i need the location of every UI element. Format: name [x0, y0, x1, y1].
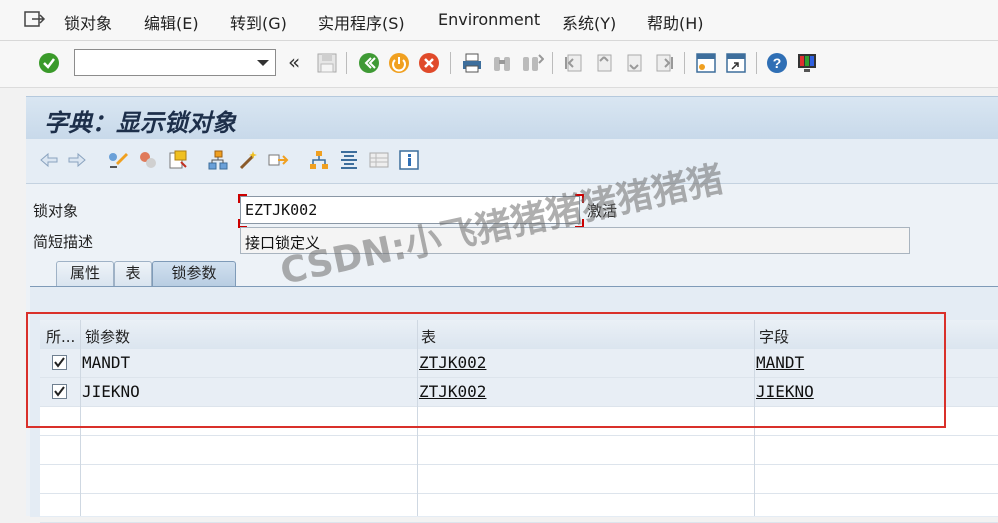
save-icon[interactable]	[315, 51, 339, 75]
lock-object-value: EZTJK002	[245, 201, 318, 219]
exit-icon[interactable]	[387, 51, 411, 75]
empty-row	[40, 436, 998, 465]
toolbar-separator	[346, 52, 347, 74]
field-name-link[interactable]: JIEKNO	[756, 382, 814, 401]
display-change-icon[interactable]	[107, 149, 129, 171]
tab-lock-parameters[interactable]: 锁参数	[152, 261, 236, 286]
page-title: 字典：显示锁对象	[44, 108, 236, 137]
menu-bar: 锁对象 编辑(E) 转到(G) 实用程序(S) Environment 系统(Y…	[0, 0, 998, 41]
magic-wand-icon[interactable]	[237, 149, 259, 171]
table-row[interactable]: JIEKNO ZTJK002 JIEKNO	[40, 378, 998, 407]
tab-attributes[interactable]: 属性	[56, 261, 114, 286]
menu-goto[interactable]: 转到(G)	[230, 10, 287, 34]
lock-parameter-cell: MANDT	[82, 353, 131, 372]
field-name-link[interactable]: MANDT	[756, 353, 804, 372]
column-divider	[417, 320, 418, 516]
hierarchy-icon[interactable]	[308, 149, 330, 171]
cancel-icon[interactable]	[417, 51, 441, 75]
table-header: 所... 锁参数 表 字段	[40, 320, 998, 350]
navigate-icon[interactable]	[267, 149, 289, 171]
help-icon[interactable]: ?	[765, 51, 789, 75]
column-divider	[754, 320, 755, 516]
lock-object-label: 锁对象	[33, 202, 79, 220]
back-icon[interactable]	[357, 51, 381, 75]
shortcut-icon[interactable]	[724, 51, 748, 75]
empty-row	[40, 465, 998, 494]
new-session-icon[interactable]	[694, 51, 718, 75]
column-header-field[interactable]: 字段	[759, 326, 789, 347]
toolbar-separator	[552, 52, 553, 74]
column-header-lock-parameter[interactable]: 锁参数	[85, 326, 130, 347]
lock-parameter-cell: JIEKNO	[82, 382, 140, 401]
next-page-icon[interactable]	[622, 51, 646, 75]
column-header-all[interactable]: 所...	[46, 326, 75, 347]
menu-help[interactable]: 帮助(H)	[647, 10, 704, 34]
column-header-table[interactable]: 表	[421, 326, 436, 347]
menu-utilities[interactable]: 实用程序(S)	[318, 10, 405, 34]
lock-parameter-table: 所... 锁参数 表 字段 MANDT ZTJK002 MANDT JIEKNO…	[40, 320, 998, 523]
arrow-left-icon[interactable]	[38, 149, 60, 171]
activate-icon[interactable]	[137, 149, 159, 171]
short-description-field[interactable]: 接口锁定义	[240, 227, 910, 254]
tab-tables[interactable]: 表	[114, 261, 152, 286]
table-name-link[interactable]: ZTJK002	[419, 382, 486, 401]
customize-icon[interactable]	[795, 51, 819, 75]
row-checkbox[interactable]	[52, 384, 67, 399]
find-next-icon[interactable]	[520, 51, 544, 75]
chevron-down-icon[interactable]	[257, 60, 269, 66]
other-object-icon[interactable]	[167, 149, 189, 171]
table-row[interactable]: MANDT ZTJK002 MANDT	[40, 349, 998, 378]
toolbar-separator	[450, 52, 451, 74]
required-marker	[238, 194, 247, 203]
svg-text:?: ?	[773, 55, 782, 71]
application-toolbar	[26, 139, 998, 184]
empty-row	[40, 407, 998, 436]
info-icon[interactable]	[398, 149, 420, 171]
table-view-icon[interactable]	[368, 149, 390, 171]
toolbar-separator	[756, 52, 757, 74]
left-strip	[0, 88, 26, 516]
align-icon[interactable]	[338, 149, 360, 171]
row-checkbox[interactable]	[52, 355, 67, 370]
menu-system[interactable]: 系统(Y)	[562, 10, 616, 34]
find-icon[interactable]	[490, 51, 514, 75]
menu-lock-object[interactable]: 锁对象	[64, 10, 112, 34]
column-divider	[80, 320, 81, 516]
toolbar-separator	[684, 52, 685, 74]
required-marker	[575, 194, 584, 203]
enter-icon[interactable]	[37, 51, 61, 75]
double-chevron-left-icon[interactable]: «	[288, 50, 300, 74]
title-band: 字典：显示锁对象	[26, 96, 998, 139]
table-name-link[interactable]: ZTJK002	[419, 353, 486, 372]
menu-edit[interactable]: 编辑(E)	[144, 10, 199, 34]
command-field[interactable]	[74, 49, 276, 76]
status-text: 激活	[587, 202, 618, 220]
prev-page-icon[interactable]	[592, 51, 616, 75]
short-description-value: 接口锁定义	[245, 234, 321, 252]
last-page-icon[interactable]	[652, 51, 676, 75]
lock-object-field[interactable]: EZTJK002	[240, 196, 580, 224]
short-description-label: 简短描述	[33, 233, 94, 251]
where-used-icon[interactable]	[207, 149, 229, 171]
empty-row	[40, 494, 998, 523]
print-icon[interactable]	[460, 51, 484, 75]
menu-environment[interactable]: Environment	[438, 10, 540, 29]
arrow-right-icon[interactable]	[66, 149, 88, 171]
menu-exit-icon[interactable]	[24, 9, 46, 29]
first-page-icon[interactable]	[562, 51, 586, 75]
